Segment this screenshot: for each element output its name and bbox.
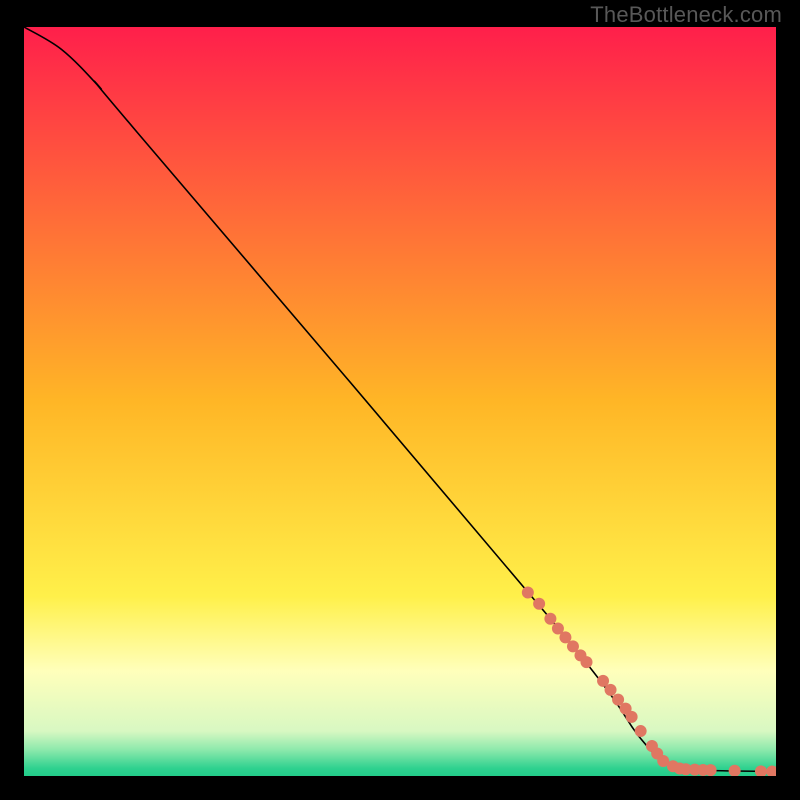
data-marker [522, 587, 534, 599]
chart-svg [24, 27, 776, 776]
data-marker [581, 656, 593, 668]
data-marker [635, 725, 647, 737]
gradient-background [24, 27, 776, 776]
chart-frame: TheBottleneck.com [0, 0, 800, 800]
data-marker [544, 613, 556, 625]
data-marker [533, 598, 545, 610]
data-marker [705, 764, 717, 776]
attribution-label: TheBottleneck.com [590, 2, 782, 28]
data-marker [605, 684, 617, 696]
data-marker [626, 711, 638, 723]
plot-area [24, 27, 776, 776]
